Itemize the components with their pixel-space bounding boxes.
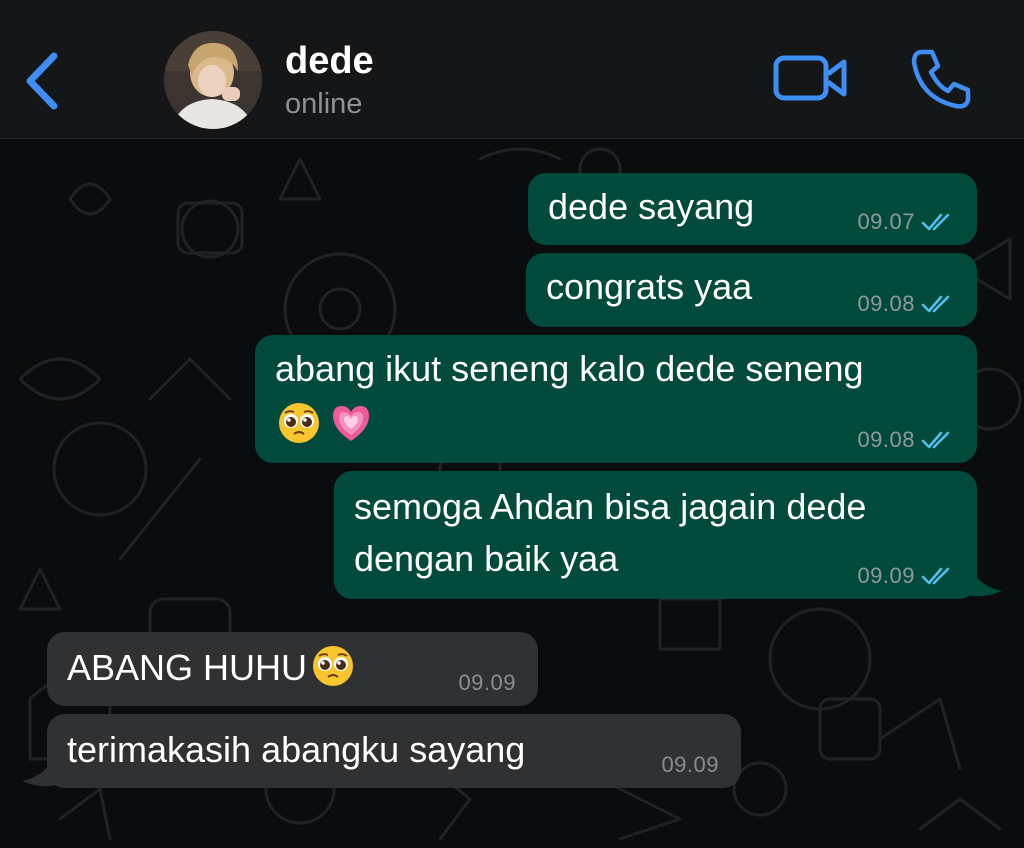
message-text-line-1: semoga Ahdan bisa jagain dede <box>354 486 867 527</box>
chevron-left-icon <box>26 52 58 110</box>
message-text: terimakasih abangku sayang <box>67 729 526 770</box>
voice-call-button[interactable] <box>908 46 974 112</box>
video-camera-icon <box>773 55 847 101</box>
double-check-icon <box>921 431 950 449</box>
message-time: 09.09 <box>661 752 719 777</box>
message-time: 09.08 <box>857 291 915 316</box>
message-bubble-outgoing[interactable]: semoga Ahdan bisa jagain dede dengan bai… <box>334 471 977 599</box>
message-bubble-incoming[interactable]: ABANG HUHU 09.09 <box>47 632 538 706</box>
pleading-face-emoji <box>279 403 319 443</box>
message-bubble-outgoing[interactable]: abang ikut seneng kalo dede seneng 09.08 <box>255 335 977 463</box>
pleading-face-emoji <box>313 646 354 687</box>
avatar-image <box>164 31 262 129</box>
back-button[interactable] <box>18 48 68 114</box>
bubble-tail-incoming <box>22 749 56 787</box>
message-time: 09.09 <box>857 563 915 588</box>
message-time: 09.08 <box>857 427 915 452</box>
message-bubble-outgoing[interactable]: dede sayang 09.07 <box>528 173 977 245</box>
bubble-tail-outgoing <box>968 559 1002 597</box>
phone-icon <box>911 49 971 109</box>
double-check-icon <box>921 567 950 585</box>
message-text: dede sayang <box>548 186 755 227</box>
chat-header: dede online <box>0 0 1024 139</box>
message-time: 09.09 <box>458 670 516 695</box>
message-text: abang ikut seneng kalo dede seneng <box>275 348 864 389</box>
message-text-line-2: dengan baik yaa <box>354 538 619 579</box>
contact-name[interactable]: dede <box>285 40 374 83</box>
growing-heart-emoji <box>333 406 369 441</box>
message-text: congrats yaa <box>546 266 753 307</box>
avatar[interactable] <box>164 31 262 129</box>
video-call-button[interactable] <box>772 50 850 106</box>
message-emojis <box>277 401 373 445</box>
message-bubble-incoming[interactable]: terimakasih abangku sayang 09.09 <box>47 714 741 788</box>
double-check-icon <box>921 213 950 231</box>
message-bubble-outgoing[interactable]: congrats yaa 09.08 <box>526 253 977 327</box>
chat-area[interactable]: dede sayang 09.07 congrats yaa 09.08 aba… <box>0 139 1024 848</box>
message-time: 09.07 <box>857 209 915 234</box>
double-check-icon <box>921 295 950 313</box>
message-text: ABANG HUHU <box>67 644 355 692</box>
contact-status: online <box>285 88 363 120</box>
